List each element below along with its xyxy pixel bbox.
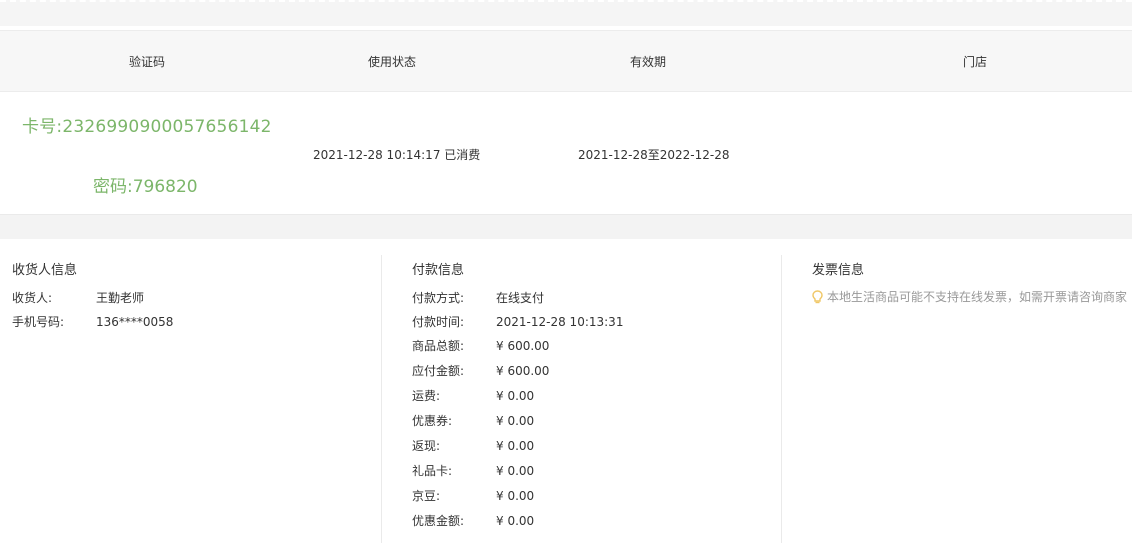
card-password: 密码:796820	[93, 177, 198, 197]
payment-value: ¥ 0.00	[496, 414, 535, 428]
payment-label: 商品总额:	[412, 339, 465, 353]
receiver-name-label: 收货人:	[12, 291, 53, 305]
receiver-phone-row: 手机号码: 136****0058	[12, 313, 173, 330]
payment-label: 付款时间:	[412, 315, 465, 329]
payment-row: 付款时间: 2021-12-28 10:13:31	[412, 313, 623, 330]
coupon-row: 卡号:2326990900057656142 密码:796820 2021-12…	[0, 92, 1132, 214]
payment-row: 优惠金额: ¥ 0.00	[412, 512, 534, 529]
header-validity: 有效期	[629, 55, 666, 69]
header-store: 门店	[962, 55, 987, 69]
invoice-title: 发票信息	[812, 263, 865, 278]
section-divider	[0, 214, 1132, 239]
payment-label: 返现:	[412, 439, 441, 453]
payment-row: 优惠券: ¥ 0.00	[412, 412, 534, 429]
payment-value: 在线支付	[496, 291, 545, 305]
payment-row: 运费: ¥ 0.00	[412, 387, 534, 404]
receiver-name-row: 收货人: 王勤老师	[12, 289, 144, 306]
coupon-table-header: 验证码 使用状态 有效期 门店	[0, 30, 1132, 92]
payment-value: ¥ 600.00	[496, 339, 550, 353]
header-verify-code: 验证码	[128, 55, 165, 69]
payment-label: 京豆:	[412, 489, 441, 503]
invoice-hint-text: 本地生活商品可能不支持在线发票，如需开票请咨询商家	[827, 290, 1128, 304]
payment-value: ¥ 0.00	[496, 389, 535, 403]
payment-label: 优惠金额:	[412, 514, 465, 528]
header-use-status: 使用状态	[367, 55, 416, 69]
payment-value: ¥ 600.00	[496, 364, 550, 378]
column-separator	[381, 255, 382, 543]
receiver-phone-value: 136****0058	[96, 315, 174, 329]
payment-title: 付款信息	[412, 263, 465, 278]
payment-row: 付款方式: 在线支付	[412, 289, 544, 306]
top-strip	[0, 0, 1132, 26]
receiver-phone-label: 手机号码:	[12, 315, 65, 329]
receiver-name-value: 王勤老师	[96, 291, 145, 305]
payment-row: 商品总额: ¥ 600.00	[412, 337, 549, 354]
payment-row: 应付金额: ¥ 600.00	[412, 362, 549, 379]
payment-label: 优惠券:	[412, 414, 453, 428]
validity-period: 2021-12-28至2022-12-28	[578, 148, 730, 162]
payment-value: ¥ 0.00	[496, 514, 535, 528]
receiver-info: 收货人信息 收货人: 王勤老师 手机号码: 136****0058	[12, 239, 372, 543]
payment-value: 2021-12-28 10:13:31	[496, 315, 624, 329]
invoice-hint: 本地生活商品可能不支持在线发票，如需开票请咨询商家	[812, 288, 1127, 305]
use-status: 2021-12-28 10:14:17 已消费	[313, 148, 481, 162]
payment-info: 付款信息 付款方式: 在线支付 付款时间: 2021-12-28 10:13:31 …	[412, 239, 772, 543]
payment-label: 运费:	[412, 389, 441, 403]
payment-row: 礼品卡: ¥ 0.00	[412, 462, 534, 479]
payment-value: ¥ 0.00	[496, 489, 535, 503]
receiver-title: 收货人信息	[12, 263, 78, 278]
payment-label: 应付金额:	[412, 364, 465, 378]
payment-value: ¥ 0.00	[496, 439, 535, 453]
lightbulb-icon	[812, 290, 823, 304]
payment-label: 付款方式:	[412, 291, 465, 305]
payment-value: ¥ 0.00	[496, 464, 535, 478]
payment-label: 礼品卡:	[412, 464, 453, 478]
payment-row: 返现: ¥ 0.00	[412, 437, 534, 454]
invoice-info: 发票信息	[812, 239, 1132, 543]
payment-row: 京豆: ¥ 0.00	[412, 487, 534, 504]
order-info-section: 收货人信息 收货人: 王勤老师 手机号码: 136****0058 付款信息 付款方…	[0, 239, 1132, 543]
card-number: 卡号:2326990900057656142	[22, 117, 272, 137]
column-separator	[781, 255, 782, 543]
